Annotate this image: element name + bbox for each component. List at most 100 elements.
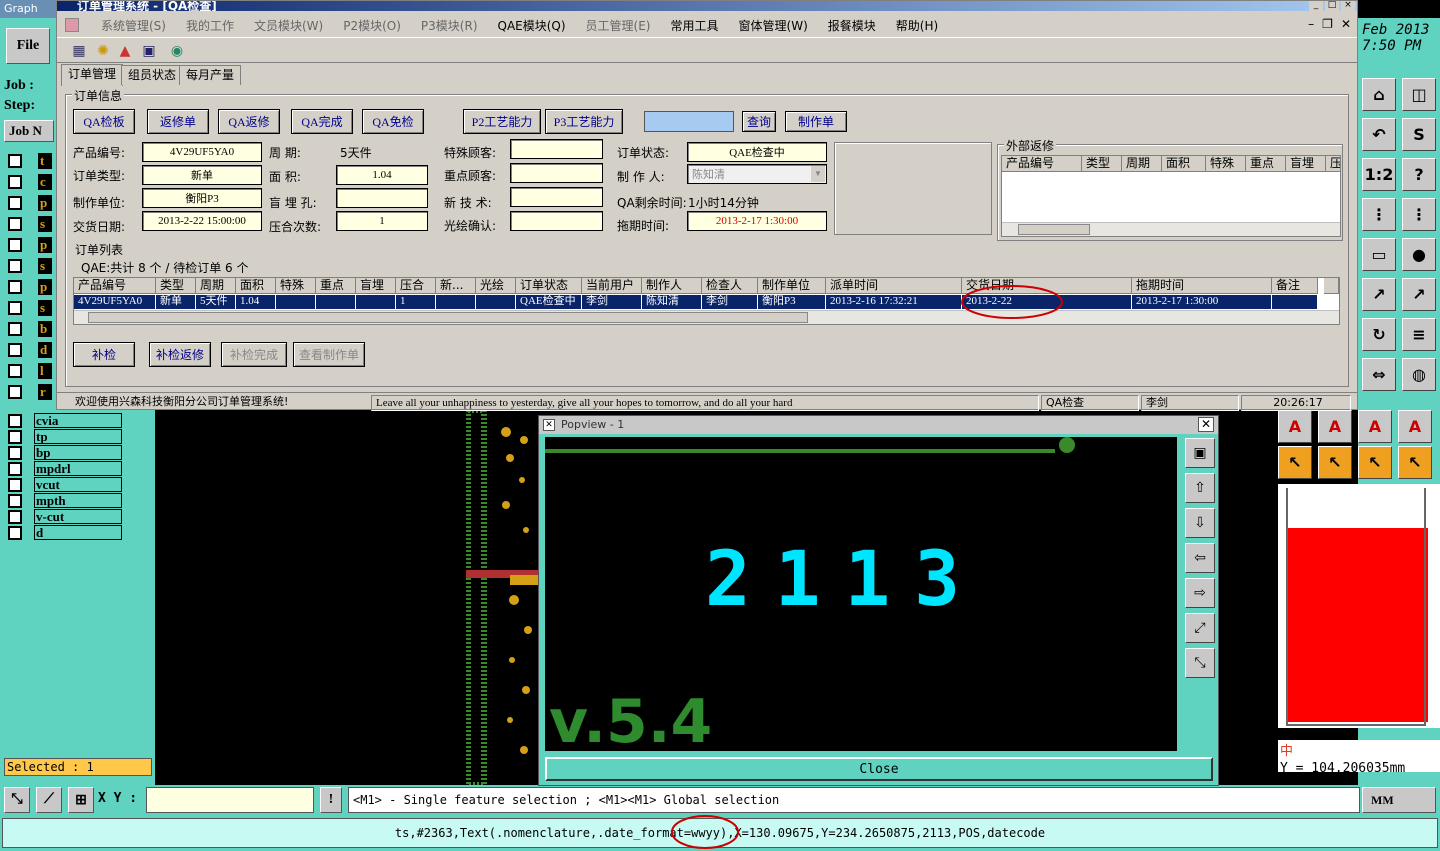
layer-name-mpth[interactable]: mpth — [34, 493, 122, 508]
table-cell[interactable]: 衡阳P3 — [758, 295, 826, 309]
order-list-column[interactable]: 产品编号 — [74, 278, 156, 294]
order-action-button-3[interactable]: QA完成 — [291, 109, 353, 134]
view-right-icon[interactable]: ⇨ — [1185, 578, 1215, 608]
layer-checkbox[interactable] — [8, 430, 22, 444]
units-select[interactable]: MM — [1362, 787, 1436, 813]
external-repair-column[interactable]: 类型 — [1082, 156, 1122, 172]
recheck-button-3[interactable]: 查看制作单 — [293, 342, 365, 367]
tab-order-management[interactable]: 订单管理 — [61, 64, 124, 86]
order-list-column[interactable]: 光绘 — [476, 278, 516, 294]
layer-checkbox[interactable] — [8, 526, 22, 540]
net-icon[interactable]: ⋮ — [1362, 198, 1396, 231]
maximize-icon[interactable]: □ — [1325, 1, 1339, 11]
order-type-field[interactable]: 新单 — [142, 165, 262, 185]
order-list-scrollbar[interactable] — [74, 310, 1339, 324]
a-up-icon[interactable]: A — [1278, 410, 1312, 443]
order-list-column[interactable]: 类型 — [156, 278, 196, 294]
order-action-button-7[interactable]: 查询 — [742, 111, 776, 132]
order-list-column[interactable]: 压合 — [396, 278, 436, 294]
a-icon2[interactable]: A — [1398, 410, 1432, 443]
close-icon[interactable]: × — [1341, 1, 1355, 11]
table-cell[interactable] — [436, 295, 476, 309]
layer-name-tp[interactable]: tp — [34, 429, 122, 444]
mdi-minimize-icon[interactable]: – — [1308, 17, 1314, 31]
order-list-column[interactable]: 制作人 — [642, 278, 702, 294]
table-cell[interactable]: 5天件 — [196, 295, 236, 309]
table-cell[interactable]: 李剑 — [702, 295, 758, 309]
menu-item-3[interactable]: P2模块(O) — [333, 17, 411, 34]
layer-checkbox[interactable] — [8, 446, 22, 460]
scale-icon[interactable]: 1:2 — [1362, 158, 1396, 191]
popview-close-icon[interactable]: ✕ — [1198, 417, 1214, 432]
layer-checkbox[interactable] — [8, 280, 22, 294]
shapes-icon[interactable]: ◍ — [1402, 358, 1436, 391]
layer-checkbox[interactable] — [8, 196, 22, 210]
external-repair-column[interactable]: 压 — [1326, 156, 1340, 172]
table-cell[interactable]: 陈知清 — [642, 295, 702, 309]
delay-field[interactable]: 2013-2-17 1:30:00 — [687, 211, 827, 231]
order-list-column[interactable]: 面积 — [236, 278, 276, 294]
layer-checkbox[interactable] — [8, 322, 22, 336]
table-cell[interactable] — [316, 295, 356, 309]
external-repair-scrollbar[interactable] — [1002, 222, 1340, 236]
net2-icon[interactable]: ⋮ — [1402, 198, 1436, 231]
order-list-column[interactable]: 拖期时间 — [1132, 278, 1272, 294]
table-cell[interactable]: 2013-2-17 1:30:00 — [1132, 295, 1272, 309]
layer-checkbox[interactable] — [8, 217, 22, 231]
order-action-button-6[interactable]: P3工艺能力 — [545, 109, 623, 134]
tab-member-status[interactable]: 组员状态 — [121, 65, 184, 85]
order-list-column[interactable]: 盲埋 — [356, 278, 396, 294]
table-cell[interactable]: QAE检查中 — [516, 295, 582, 309]
menu-item-1[interactable]: 我的工作 — [176, 17, 244, 34]
order-list-column[interactable]: 制作单位 — [758, 278, 826, 294]
order-status-field[interactable]: QAE检查中 — [687, 142, 827, 162]
snap2-icon[interactable]: ↗ — [1402, 278, 1436, 311]
menu-item-0[interactable]: 系统管理(S) — [91, 17, 176, 34]
table-cell[interactable]: 4V29UF5YA0 — [74, 295, 156, 309]
recheck-button-2[interactable]: 补检完成 — [221, 342, 287, 367]
pointer2-icon[interactable]: ↖ — [1318, 446, 1352, 479]
mdi-restore-icon[interactable]: ❐ — [1322, 17, 1333, 31]
blind-hole-field[interactable] — [336, 188, 428, 208]
align-icon[interactable]: ≡ — [1402, 318, 1436, 351]
zoom-fit-icon[interactable]: ⤡ — [4, 787, 30, 813]
table-cell[interactable]: 2013-2-16 17:32:21 — [826, 295, 962, 309]
help-icon[interactable]: ? — [1402, 158, 1436, 191]
popview-canvas[interactable]: 2113 v.5.4 — [545, 437, 1177, 751]
measure-icon[interactable]: ⇔ — [1362, 358, 1396, 391]
external-repair-column[interactable]: 周期 — [1122, 156, 1162, 172]
layer-checkbox[interactable] — [8, 175, 22, 189]
order-action-button-0[interactable]: QA检板 — [73, 109, 135, 134]
mdi-close-icon[interactable]: ✕ — [1341, 17, 1351, 31]
pointer4-icon[interactable]: ↖ — [1398, 446, 1432, 479]
table-cell[interactable] — [356, 295, 396, 309]
special-customer-field[interactable] — [510, 139, 603, 159]
view-fit-icon[interactable]: ▣ — [1185, 438, 1215, 468]
layout-icon[interactable]: ◫ — [1402, 78, 1436, 111]
table-cell[interactable] — [476, 295, 516, 309]
area-field[interactable]: 1.04 — [336, 165, 428, 185]
layer-checkbox[interactable] — [8, 301, 22, 315]
layer-checkbox[interactable] — [8, 238, 22, 252]
layer-name-v-cut[interactable]: v-cut — [34, 509, 122, 524]
maker-select[interactable]: 陈知清 ▼ — [687, 164, 827, 184]
view-down-icon[interactable]: ⇩ — [1185, 508, 1215, 538]
a-up2-icon[interactable]: A — [1318, 410, 1352, 443]
layer-name-d[interactable]: d — [34, 525, 122, 540]
layer-name-cvia[interactable]: cvia — [34, 413, 122, 428]
view-left-icon[interactable]: ⇦ — [1185, 543, 1215, 573]
pad-icon[interactable]: ● — [1402, 238, 1436, 271]
view-up-icon[interactable]: ⇧ — [1185, 473, 1215, 503]
menu-item-4[interactable]: P3模块(R) — [411, 17, 488, 34]
order-list-column[interactable]: 重点 — [316, 278, 356, 294]
order-list-column[interactable]: 当前用户 — [582, 278, 642, 294]
layer-checkbox[interactable] — [8, 462, 22, 476]
xy-input[interactable] — [146, 787, 314, 813]
sun-icon[interactable]: ✺ — [93, 41, 113, 61]
order-action-button-2[interactable]: QA返修 — [218, 109, 280, 134]
menu-item-8[interactable]: 窗体管理(W) — [729, 17, 818, 34]
press-field[interactable]: 1 — [336, 211, 428, 231]
alert-icon[interactable]: ! — [320, 787, 342, 813]
order-action-button-1[interactable]: 返修单 — [147, 109, 209, 134]
table-cell[interactable] — [1272, 295, 1318, 309]
